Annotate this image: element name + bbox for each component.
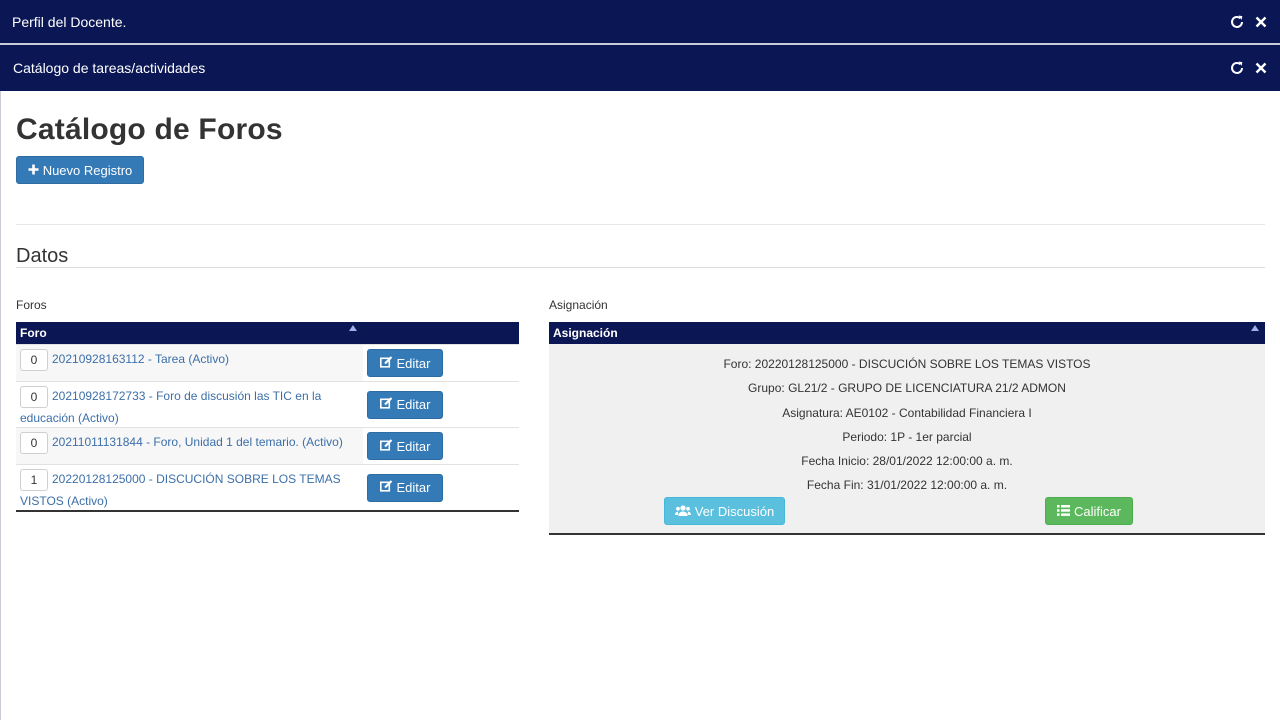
- action-cell: Editar: [363, 345, 519, 381]
- section-underline: [16, 267, 1265, 268]
- asignacion-column-header: Asignación: [553, 326, 618, 340]
- section-title: Datos: [16, 245, 69, 267]
- view-discussion-label: Ver Discusión: [694, 503, 775, 519]
- close-icon[interactable]: [1252, 59, 1270, 77]
- edit-label: Editar: [396, 438, 431, 454]
- periodo-detail: Periodo: 1P - 1er parcial: [842, 429, 972, 444]
- inner-window-titlebar: Catálogo de tareas/actividades: [0, 45, 1280, 91]
- edit-icon: [379, 438, 393, 454]
- grade-button[interactable]: Calificar: [1045, 497, 1133, 525]
- list-icon: [1057, 504, 1071, 519]
- new-record-button[interactable]: Nuevo Registro: [16, 156, 144, 184]
- foro-detail: Foro: 20220128125000 - DISCUCIÓN SOBRE L…: [723, 357, 1091, 371]
- asignacion-grid: Asignación Foro: 20220128125000 - DISCUC…: [549, 322, 1265, 535]
- foro-count: 0: [20, 349, 48, 371]
- close-icon[interactable]: [1252, 13, 1270, 31]
- asignacion-detail: Foro: 20220128125000 - DISCUCIÓN SOBRE L…: [549, 344, 1265, 533]
- action-cell: Editar: [363, 382, 519, 427]
- foro-cell: 1 20220128125000 - DISCUCIÓN SOBRE LOS TE…: [16, 465, 363, 510]
- edit-label: Editar: [396, 397, 431, 412]
- edit-icon: [379, 480, 393, 495]
- foro-cell: 0 20210928172733 - Foro de discusión las …: [16, 382, 363, 427]
- view-discussion-button[interactable]: Ver Discusión: [664, 497, 785, 525]
- foro-link[interactable]: 20211011131844 - Foro, Unidad 1 del tema…: [52, 435, 343, 449]
- plus-icon: [28, 163, 39, 178]
- foro-count: 0: [20, 386, 48, 408]
- edit-button[interactable]: Editar: [367, 349, 443, 377]
- fecha-fin-detail: Fecha Fin: 31/01/2022 12:00:00 a. m.: [806, 478, 1008, 493]
- foros-grid-body: 0 20210928163112 - Tarea (Activo) Editar …: [16, 344, 519, 510]
- new-record-label: Nuevo Registro: [42, 162, 133, 178]
- divider: [16, 224, 1265, 225]
- edit-button[interactable]: Editar: [367, 473, 443, 502]
- foro-link[interactable]: 20220128125000 - DISCUCIÓN SOBRE LOS TEM…: [20, 472, 341, 508]
- edit-icon: [379, 355, 393, 371]
- foro-count: 0: [20, 432, 48, 454]
- table-row: 1 20220128125000 - DISCUCIÓN SOBRE LOS TE…: [16, 464, 519, 510]
- edit-button[interactable]: Editar: [367, 390, 443, 419]
- sort-ascending-icon[interactable]: [1251, 325, 1259, 331]
- action-cell: Editar: [363, 428, 519, 464]
- outer-window-title: Perfil del Docente.: [12, 13, 127, 30]
- window-left-border: [0, 91, 1, 720]
- edit-button[interactable]: Editar: [367, 432, 443, 460]
- foro-link[interactable]: 20210928172733 - Foro de discusión las T…: [20, 389, 321, 425]
- foros-grid: Foro 0 20210928163112 - Tarea (Activo) Ed…: [16, 322, 519, 512]
- asignacion-grid-header[interactable]: Asignación: [549, 322, 1265, 344]
- table-row: 0 20211011131844 - Foro, Unidad 1 del tem…: [16, 427, 519, 464]
- foros-panel-label: Foros: [16, 298, 47, 312]
- users-icon: [674, 504, 691, 519]
- foro-count: 1: [20, 469, 48, 491]
- edit-label: Editar: [396, 355, 431, 371]
- inner-window-title: Catálogo de tareas/actividades: [13, 60, 206, 76]
- foro-link[interactable]: 20210928163112 - Tarea (Activo): [52, 352, 229, 366]
- foros-grid-header[interactable]: Foro: [16, 322, 519, 344]
- asignacion-panel-label: Asignación: [549, 298, 608, 312]
- foro-cell: 0 20210928163112 - Tarea (Activo): [16, 345, 363, 381]
- reload-icon[interactable]: [1228, 59, 1246, 77]
- sort-ascending-icon[interactable]: [349, 325, 357, 331]
- asignatura-detail: Asignatura: AE0102 - Contabilidad Financ…: [782, 405, 1032, 420]
- table-row: 0 20210928163112 - Tarea (Activo) Editar: [16, 344, 519, 381]
- fecha-inicio-detail: Fecha Inicio: 28/01/2022 12:00:00 a. m.: [801, 454, 1013, 469]
- grupo-detail: Grupo: GL21/2 - GRUPO DE LICENCIATURA 21…: [748, 381, 1066, 396]
- table-row: 0 20210928172733 - Foro de discusión las …: [16, 381, 519, 427]
- reload-icon[interactable]: [1228, 13, 1246, 31]
- foro-cell: 0 20211011131844 - Foro, Unidad 1 del tem…: [16, 428, 363, 464]
- page-title: Catálogo de Foros: [16, 113, 283, 146]
- foro-column-header: Foro: [20, 326, 47, 340]
- edit-icon: [379, 397, 393, 412]
- grade-label: Calificar: [1074, 503, 1121, 519]
- edit-label: Editar: [396, 480, 431, 495]
- action-cell: Editar: [363, 465, 519, 510]
- outer-window-titlebar: Perfil del Docente.: [0, 0, 1280, 43]
